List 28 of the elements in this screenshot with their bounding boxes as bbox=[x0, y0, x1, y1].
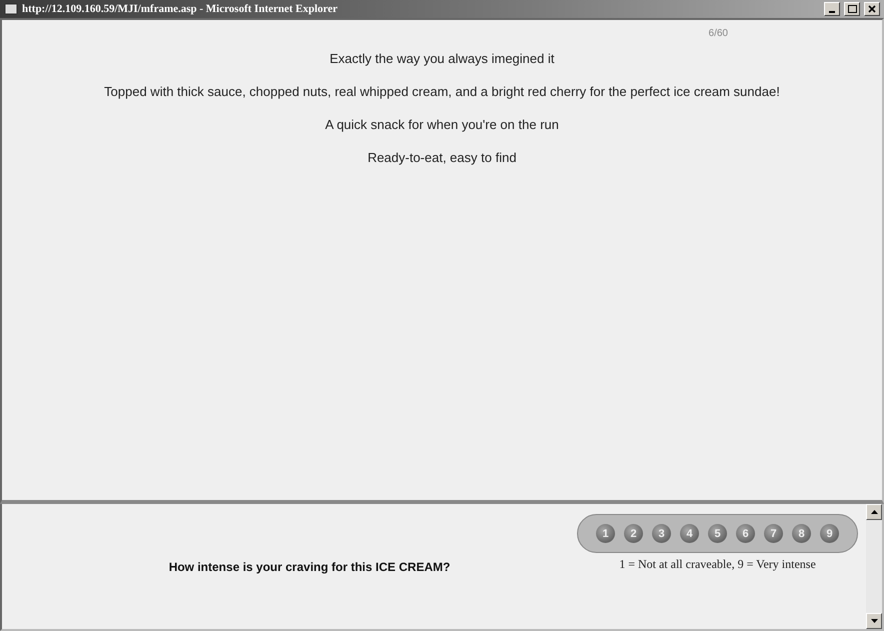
rating-button[interactable]: 6 bbox=[736, 524, 755, 543]
page-icon bbox=[4, 3, 18, 15]
question-text: How intense is your craving for this ICE CREAM? bbox=[168, 560, 450, 574]
maximize-icon bbox=[848, 5, 856, 13]
rating-button[interactable]: 7 bbox=[764, 524, 783, 543]
rating-button[interactable]: 9 bbox=[820, 524, 839, 543]
scroll-down-button[interactable] bbox=[866, 613, 882, 629]
down-arrow-icon bbox=[870, 619, 878, 623]
description-text: Ready-to-eat, easy to find bbox=[368, 150, 516, 166]
maximize-button[interactable] bbox=[844, 2, 860, 16]
rating-button[interactable]: 3 bbox=[652, 524, 671, 543]
close-button[interactable] bbox=[864, 2, 880, 16]
rating-button[interactable]: 4 bbox=[680, 524, 699, 543]
window-title: http://12.109.160.59/MJI/mframe.asp - Microsoft Internet Explorer bbox=[22, 3, 338, 15]
up-arrow-icon bbox=[870, 510, 878, 514]
progress-counter: 6/60 bbox=[708, 28, 728, 39]
rating-button[interactable]: 1 bbox=[596, 524, 615, 543]
minimize-button[interactable] bbox=[824, 2, 840, 16]
close-icon bbox=[868, 5, 876, 13]
scroll-up-button[interactable] bbox=[866, 504, 882, 520]
description-text: A quick snack for when you're on the run bbox=[325, 117, 559, 133]
rating-button[interactable]: 8 bbox=[792, 524, 811, 543]
description-text: Topped with thick sauce, chopped nuts, real whipped cream, and a bright red cherry for the perfect ice cream sundae! bbox=[104, 84, 780, 100]
scale-note: 1 = Not at all craveable, 9 = Very intense bbox=[619, 557, 816, 572]
rating-button[interactable]: 2 bbox=[624, 524, 643, 543]
rating-button[interactable]: 5 bbox=[708, 524, 727, 543]
scrollbar[interactable] bbox=[866, 504, 882, 629]
description-text: Exactly the way you always imegined it bbox=[330, 51, 554, 67]
